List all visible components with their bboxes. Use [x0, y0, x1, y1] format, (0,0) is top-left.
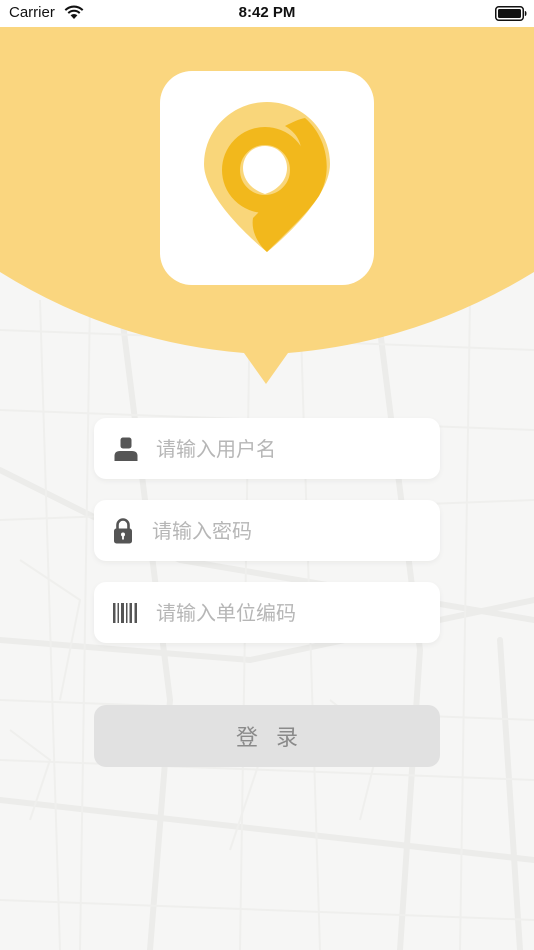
username-input[interactable]	[156, 418, 426, 479]
unit-code-field[interactable]	[94, 582, 440, 643]
password-input[interactable]	[152, 500, 426, 561]
battery-icon	[495, 6, 527, 25]
user-icon	[114, 418, 138, 479]
status-time: 8:42 PM	[238, 4, 296, 21]
barcode-icon	[113, 582, 137, 643]
password-field[interactable]	[94, 500, 440, 561]
login-screen: Carrier 8:42 PM 请输入用户名 请输入单位编码 登录	[0, 0, 534, 950]
status-bar: Carrier 8:42 PM	[0, 0, 534, 27]
unit-code-input[interactable]	[156, 582, 426, 643]
app-logo-card	[160, 71, 374, 285]
username-field[interactable]	[94, 418, 440, 479]
login-button[interactable]: 登录	[94, 705, 440, 767]
location-pin-logo-icon	[204, 102, 330, 252]
lock-icon	[113, 500, 133, 561]
